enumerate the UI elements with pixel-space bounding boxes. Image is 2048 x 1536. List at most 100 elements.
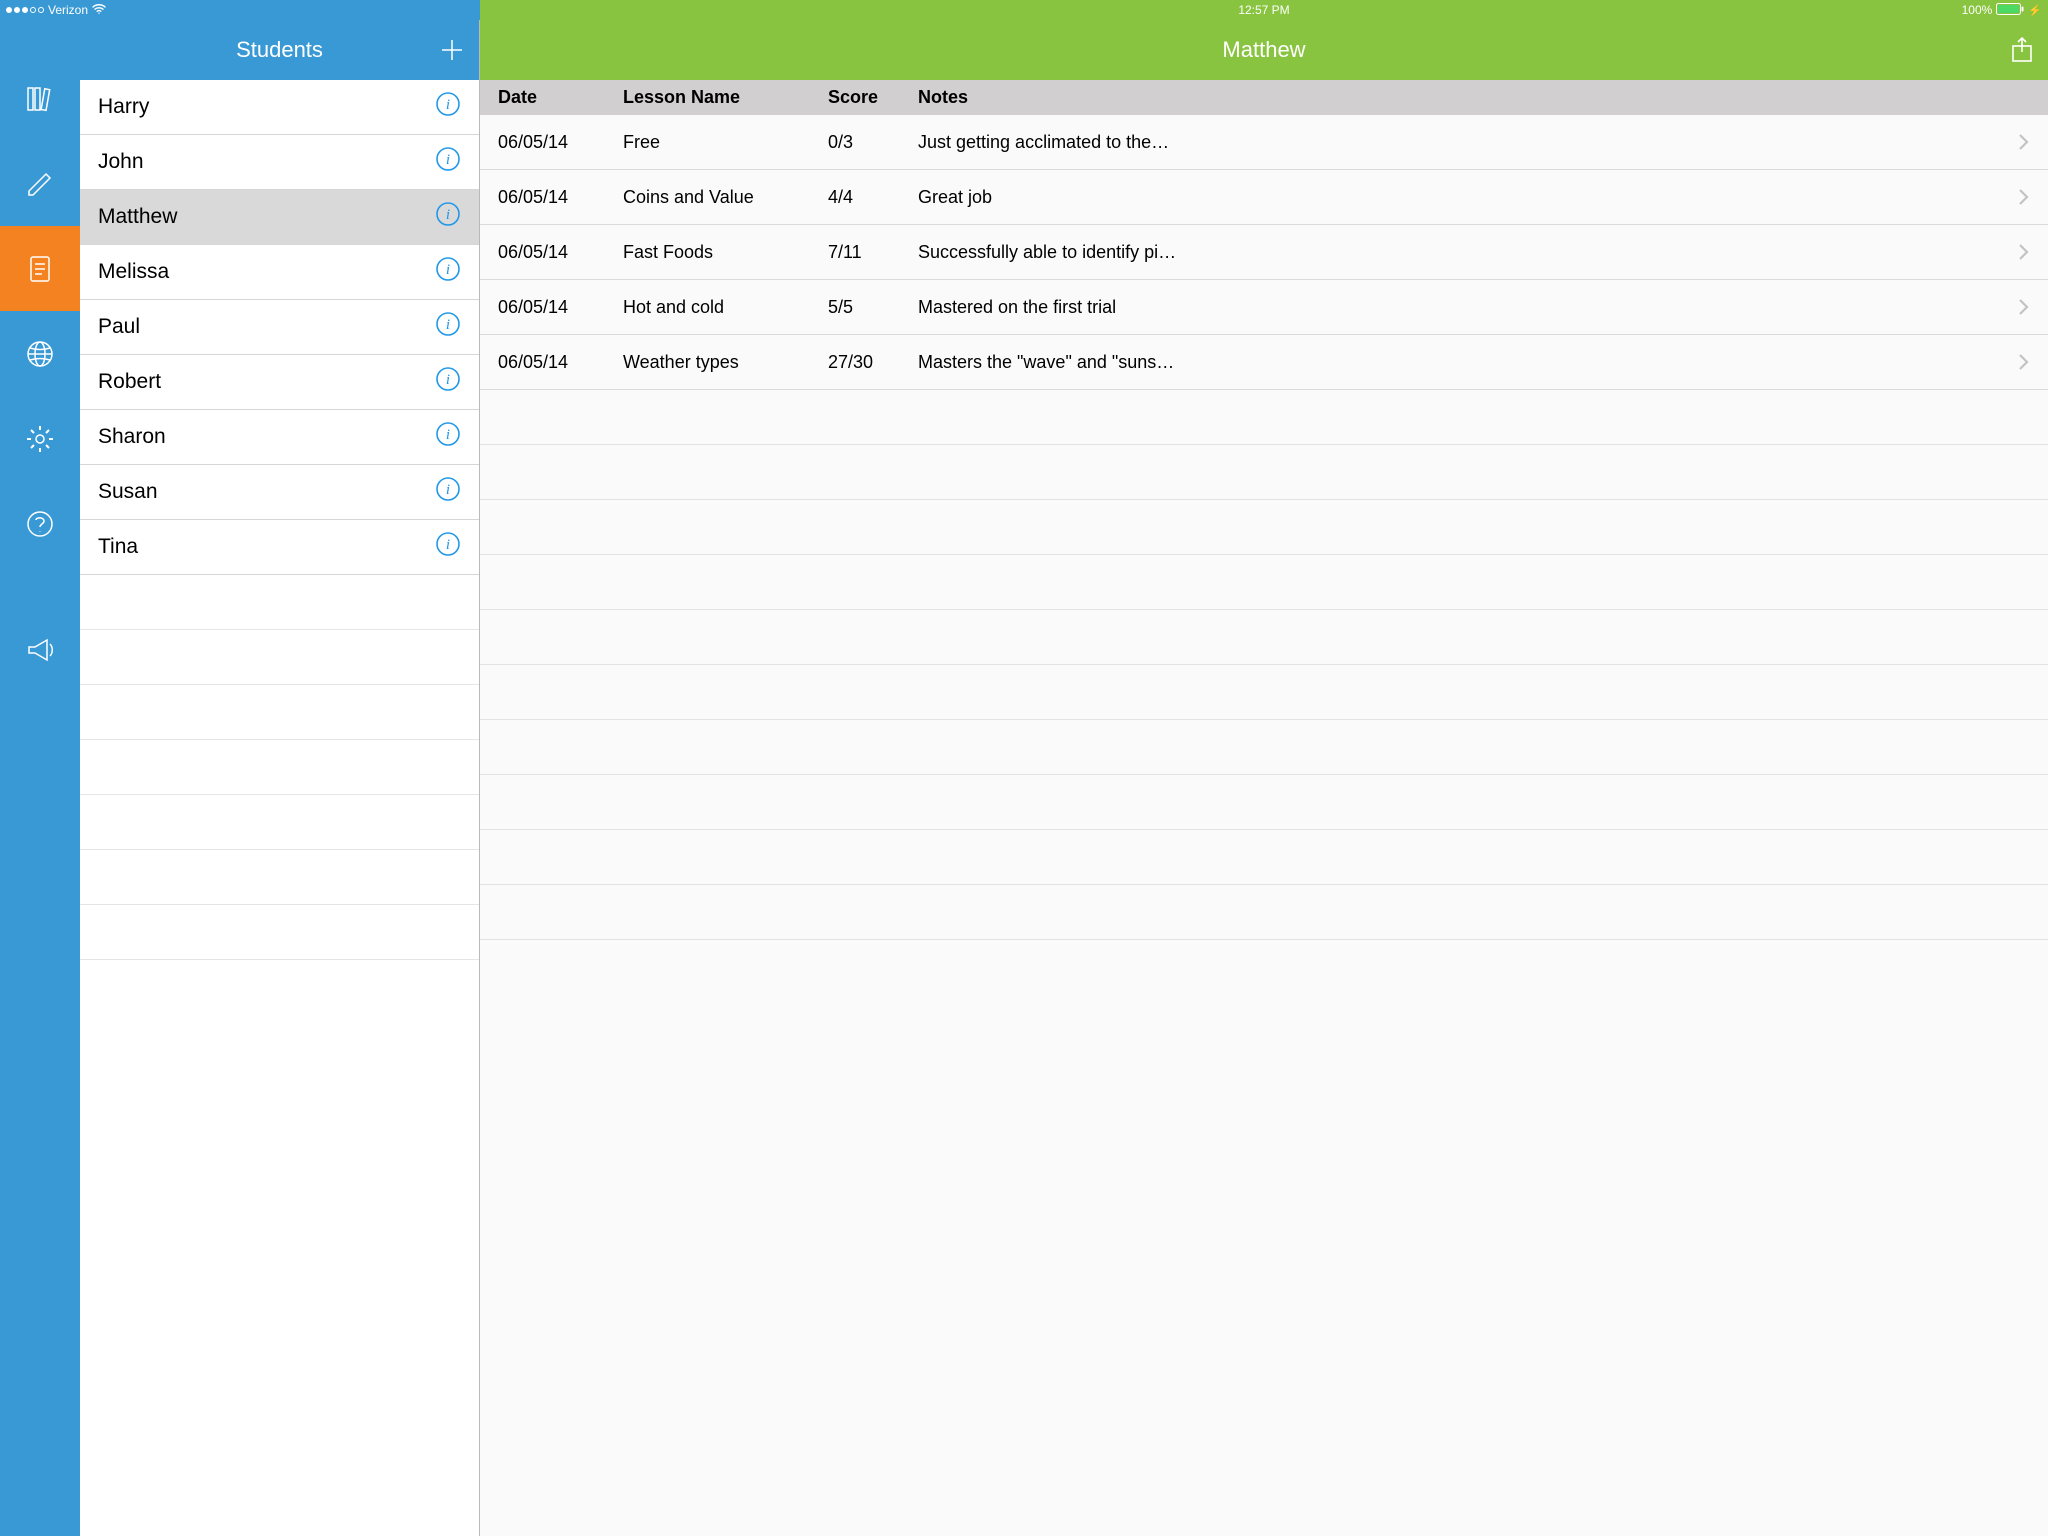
svg-text:i: i bbox=[446, 482, 450, 498]
info-icon: i bbox=[435, 366, 461, 392]
lesson-columns-header: Date Lesson Name Score Notes bbox=[480, 80, 2048, 115]
student-name: Tina bbox=[98, 535, 435, 559]
student-row[interactable]: Tinai bbox=[80, 520, 479, 575]
detail-title: Matthew bbox=[1222, 37, 1305, 63]
student-row[interactable]: Melissa i bbox=[80, 245, 479, 300]
status-bar-left: Verizon bbox=[0, 0, 480, 20]
student-row[interactable]: Pauli bbox=[80, 300, 479, 355]
signal-dots-icon bbox=[6, 7, 44, 13]
student-name: Matthew bbox=[98, 205, 435, 229]
empty-row bbox=[480, 665, 2048, 720]
lesson-name: Free bbox=[623, 132, 828, 153]
chevron-right-icon bbox=[2000, 133, 2030, 151]
lesson-row[interactable]: 06/05/14Fast Foods7/11Successfully able … bbox=[480, 225, 2048, 280]
lesson-date: 06/05/14 bbox=[498, 242, 623, 263]
lesson-score: 0/3 bbox=[828, 132, 918, 153]
empty-row bbox=[480, 885, 2048, 940]
battery-icon bbox=[1996, 3, 2024, 18]
lesson-list: 06/05/14Free0/3Just getting acclimated t… bbox=[480, 115, 2048, 1536]
info-button[interactable]: i bbox=[435, 91, 461, 123]
svg-text:i: i bbox=[446, 372, 450, 388]
plus-icon bbox=[439, 37, 465, 63]
lesson-date: 06/05/14 bbox=[498, 187, 623, 208]
lesson-score: 7/11 bbox=[828, 242, 918, 263]
empty-row bbox=[80, 850, 479, 905]
lesson-score: 27/30 bbox=[828, 352, 918, 373]
lesson-name: Coins and Value bbox=[623, 187, 828, 208]
info-button[interactable]: i bbox=[435, 311, 461, 343]
info-icon: i bbox=[435, 91, 461, 117]
lesson-notes: Just getting acclimated to the… bbox=[918, 132, 2000, 153]
info-icon: i bbox=[435, 531, 461, 557]
empty-row bbox=[80, 575, 479, 630]
lesson-row[interactable]: 06/05/14Free0/3Just getting acclimated t… bbox=[480, 115, 2048, 170]
detail-header: Matthew bbox=[480, 20, 2048, 80]
nav-announce[interactable] bbox=[0, 606, 80, 691]
info-button[interactable]: i bbox=[435, 476, 461, 508]
nav-reports[interactable] bbox=[0, 226, 80, 311]
chevron-right-icon bbox=[2000, 243, 2030, 261]
lesson-date: 06/05/14 bbox=[498, 132, 623, 153]
students-title: Students bbox=[236, 37, 323, 63]
nav-globe[interactable] bbox=[0, 311, 80, 396]
student-row[interactable]: Matthew i bbox=[80, 190, 479, 245]
student-name: John bbox=[98, 150, 435, 174]
empty-row bbox=[80, 685, 479, 740]
student-name: Paul bbox=[98, 315, 435, 339]
lesson-date: 06/05/14 bbox=[498, 352, 623, 373]
info-button[interactable]: i bbox=[435, 366, 461, 398]
lesson-row[interactable]: 06/05/14Hot and cold5/5Mastered on the f… bbox=[480, 280, 2048, 335]
students-header: Students bbox=[80, 20, 479, 80]
share-icon bbox=[2010, 36, 2034, 64]
student-row[interactable]: Sharoni bbox=[80, 410, 479, 465]
empty-row bbox=[480, 775, 2048, 830]
nav-library[interactable] bbox=[0, 56, 80, 141]
students-panel: Students HarryiJohniMatthewiMelissaiPaul… bbox=[80, 20, 480, 1536]
students-list: HarryiJohniMatthewiMelissaiPauliRobertiS… bbox=[80, 80, 479, 1536]
chevron-right-icon bbox=[2000, 353, 2030, 371]
info-button[interactable]: i bbox=[435, 421, 461, 453]
student-name: Robert bbox=[98, 370, 435, 394]
lesson-name: Hot and cold bbox=[623, 297, 828, 318]
info-button[interactable]: i bbox=[435, 531, 461, 563]
svg-text:i: i bbox=[446, 262, 450, 278]
lesson-notes: Mastered on the first trial bbox=[918, 297, 2000, 318]
student-row[interactable]: Harryi bbox=[80, 80, 479, 135]
info-icon: i bbox=[435, 201, 461, 227]
lesson-row[interactable]: 06/05/14Coins and Value4/4Great job bbox=[480, 170, 2048, 225]
svg-text:i: i bbox=[446, 537, 450, 553]
empty-row bbox=[480, 720, 2048, 775]
empty-row bbox=[80, 740, 479, 795]
student-row[interactable]: Susani bbox=[80, 465, 479, 520]
empty-row bbox=[480, 555, 2048, 610]
lesson-score: 5/5 bbox=[828, 297, 918, 318]
lesson-notes: Masters the "wave" and "suns… bbox=[918, 352, 2000, 373]
share-button[interactable] bbox=[2010, 20, 2034, 80]
chevron-right-icon bbox=[2000, 298, 2030, 316]
col-date-header: Date bbox=[498, 87, 623, 108]
nav-help[interactable] bbox=[0, 481, 80, 566]
svg-text:i: i bbox=[446, 317, 450, 333]
svg-text:i: i bbox=[446, 97, 450, 113]
empty-row bbox=[480, 610, 2048, 665]
info-button[interactable]: i bbox=[435, 146, 461, 178]
col-notes-header: Notes bbox=[918, 87, 2000, 108]
svg-text:i: i bbox=[446, 207, 450, 223]
empty-row bbox=[480, 500, 2048, 555]
nav-settings[interactable] bbox=[0, 396, 80, 481]
add-student-button[interactable] bbox=[439, 20, 465, 80]
empty-row bbox=[480, 830, 2048, 885]
student-name: Melissa bbox=[98, 260, 435, 284]
info-button[interactable]: i bbox=[435, 201, 461, 233]
lesson-row[interactable]: 06/05/14Weather types27/30Masters the "w… bbox=[480, 335, 2048, 390]
lesson-notes: Great job bbox=[918, 187, 2000, 208]
status-bar-right: 12:57 PM 100% ⚡ bbox=[480, 0, 2048, 20]
info-button[interactable]: i bbox=[435, 256, 461, 288]
nav-edit[interactable] bbox=[0, 141, 80, 226]
student-row[interactable]: Johni bbox=[80, 135, 479, 190]
student-name: Susan bbox=[98, 480, 435, 504]
empty-row bbox=[80, 630, 479, 685]
student-row[interactable]: Roberti bbox=[80, 355, 479, 410]
nav-iconbar bbox=[0, 20, 80, 1536]
info-icon: i bbox=[435, 476, 461, 502]
